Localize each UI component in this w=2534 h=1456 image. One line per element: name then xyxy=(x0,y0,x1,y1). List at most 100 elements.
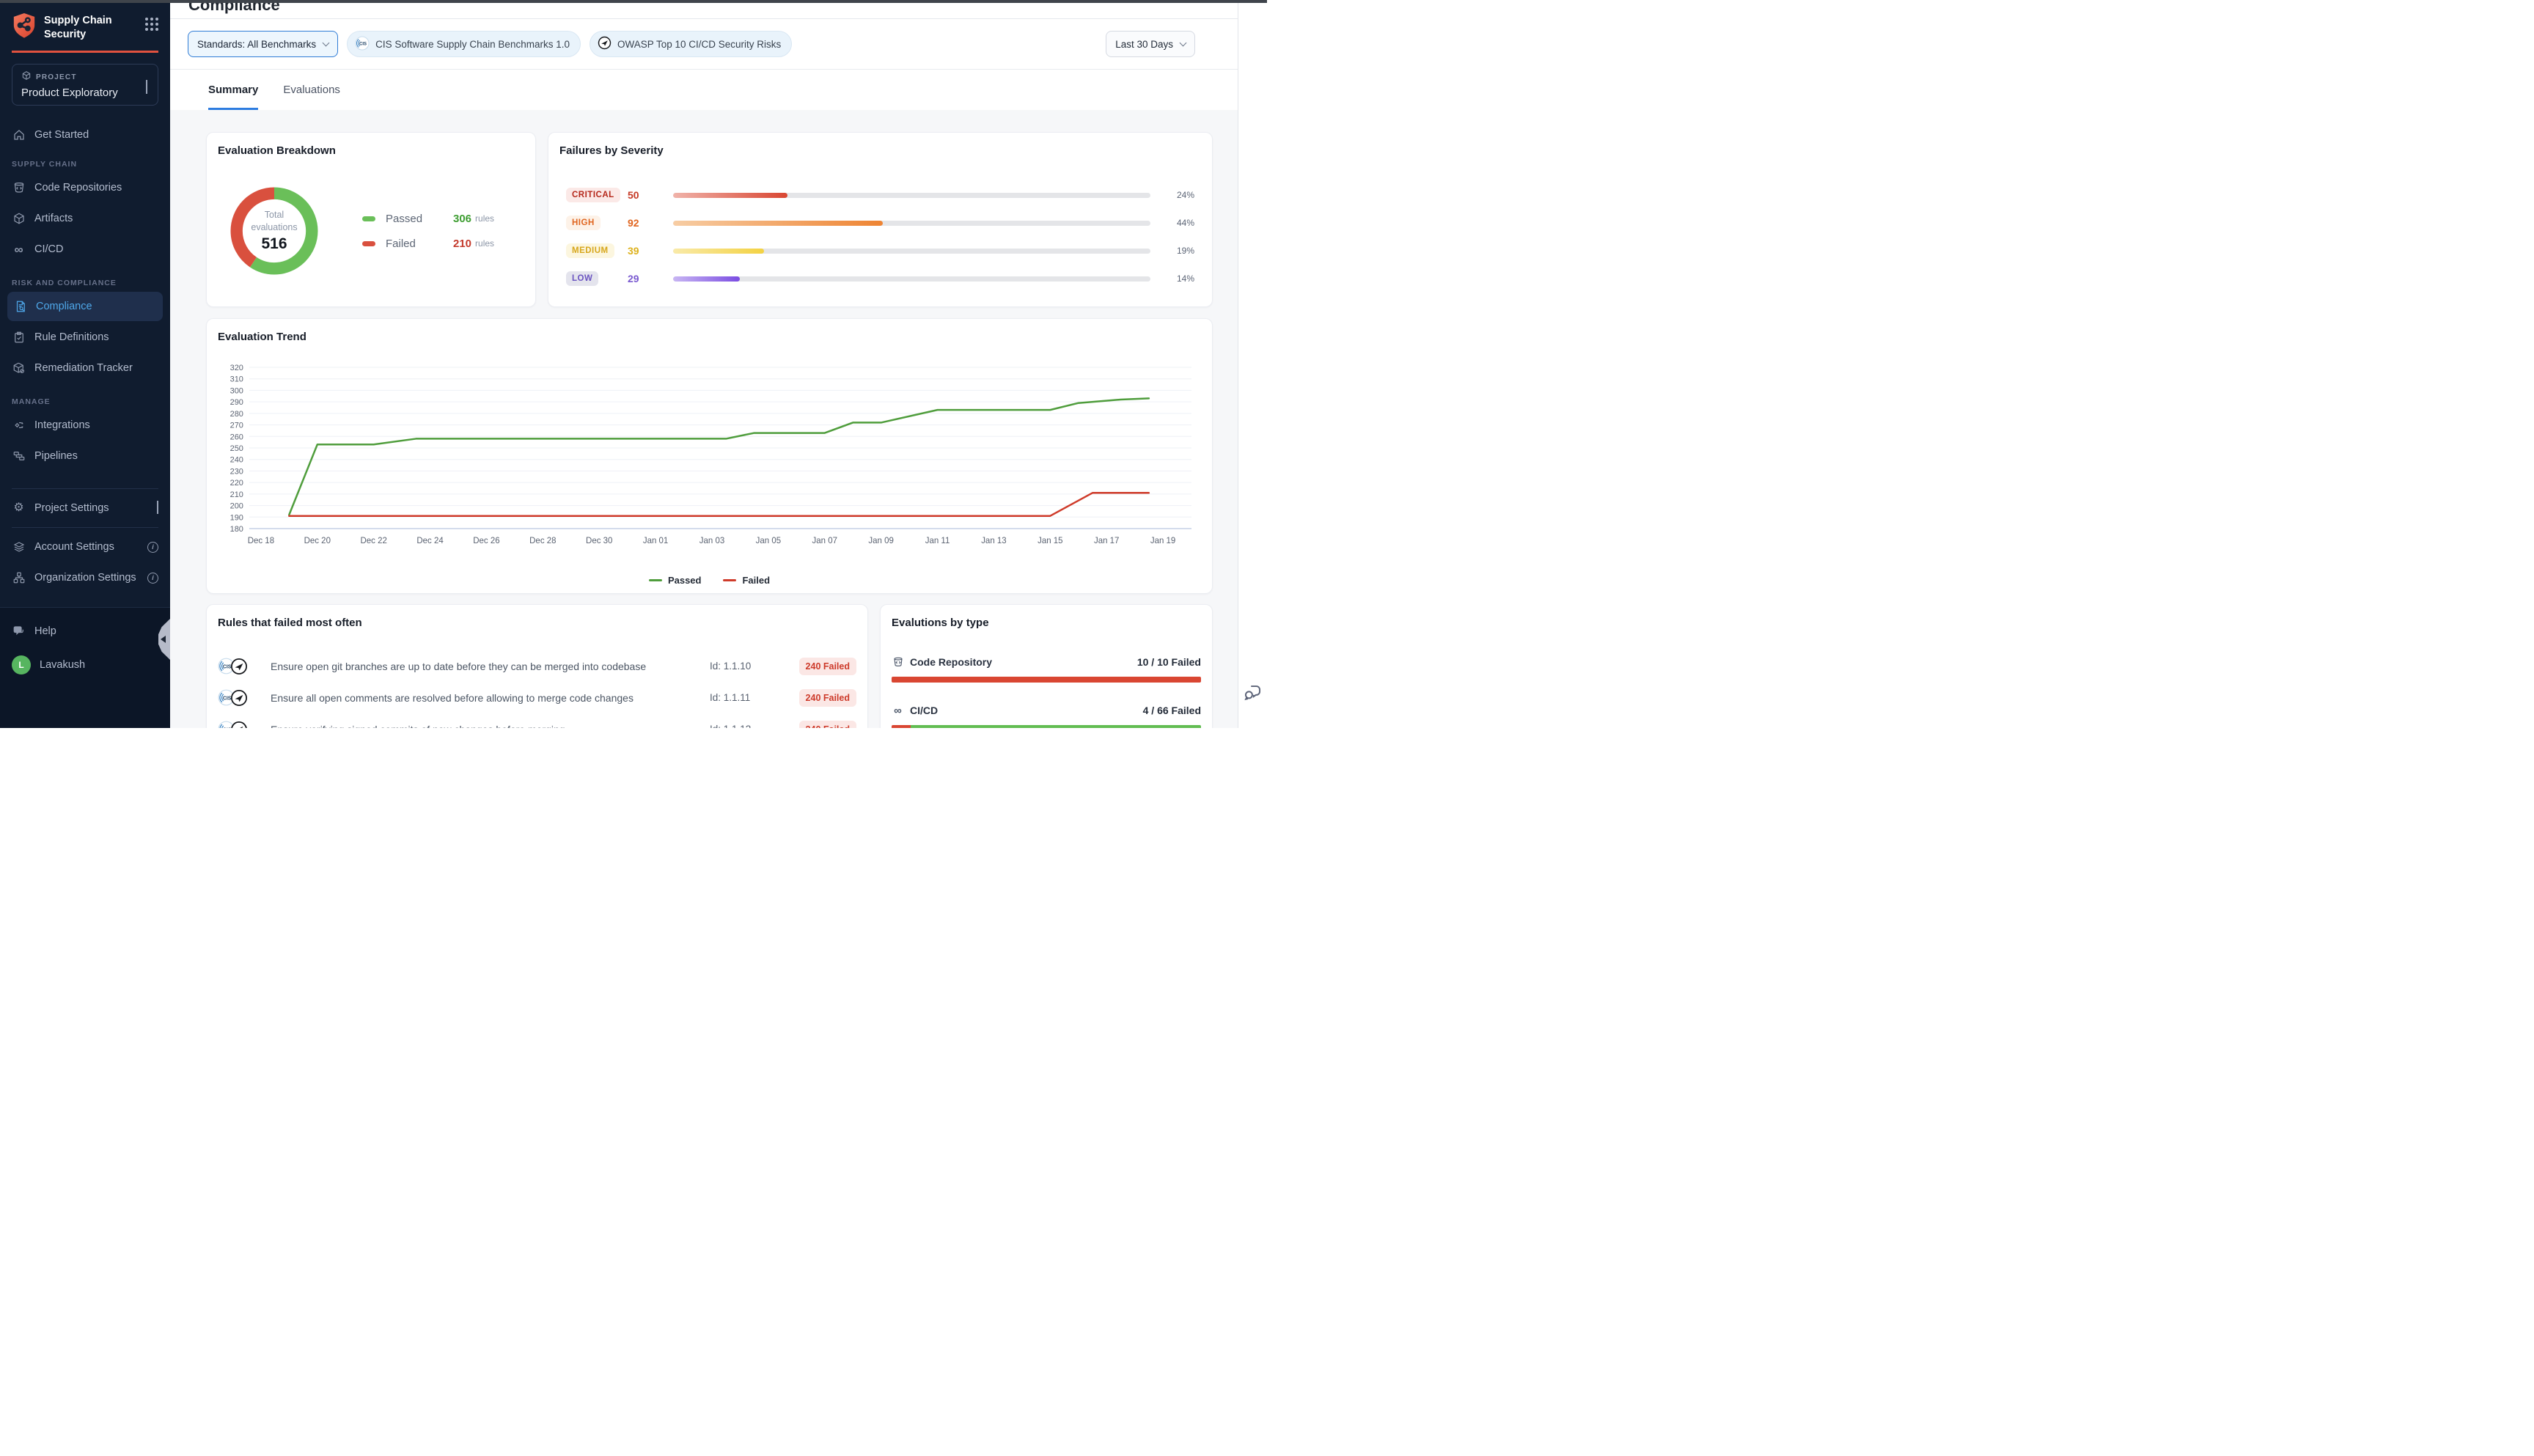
sidebar-item-remediation-tracker[interactable]: Remediation Tracker xyxy=(0,353,170,383)
chip-cis-benchmark[interactable]: CIS CIS Software Supply Chain Benchmarks… xyxy=(347,31,581,57)
severity-count: 92 xyxy=(628,217,664,229)
passed-dash-icon xyxy=(362,216,375,221)
svg-text:Dec 18: Dec 18 xyxy=(248,537,274,545)
clipboard-check-icon xyxy=(12,331,26,345)
date-range-dropdown[interactable]: Last 30 Days xyxy=(1106,31,1195,57)
rules-failed-card: Rules that failed most often CIS Ensure … xyxy=(206,604,868,728)
section-label-risk-compliance: RISK AND COMPLIANCE xyxy=(0,279,170,287)
donut-center-label: Total evaluations xyxy=(251,209,297,234)
severity-badge: MEDIUM xyxy=(566,243,614,258)
severity-bar xyxy=(673,276,1150,282)
card-title: Evaluation Breakdown xyxy=(218,144,336,157)
sidebar-item-get-started[interactable]: Get Started xyxy=(0,120,170,150)
sidebar-item-code-repositories[interactable]: Code Repositories xyxy=(0,173,170,202)
sidebar-item-cicd[interactable]: ∞ CI/CD xyxy=(0,235,170,264)
home-icon xyxy=(12,128,26,142)
severity-percent: 24% xyxy=(1159,190,1194,200)
sidebar-item-help[interactable]: ? Help xyxy=(0,617,170,646)
failed-count: 210 xyxy=(453,238,471,250)
svg-text:Jan 19: Jan 19 xyxy=(1150,537,1175,545)
svg-text:Jan 17: Jan 17 xyxy=(1094,537,1119,545)
chat-widget-icon[interactable] xyxy=(1243,683,1263,706)
svg-text:220: 220 xyxy=(230,479,243,488)
severity-row-low: LOW 29 14% xyxy=(566,265,1194,293)
chip-owasp-top10[interactable]: OWASP Top 10 CI/CD Security Risks xyxy=(590,31,792,57)
sidebar-item-project-settings[interactable]: ⚙ Project Settings xyxy=(0,493,170,523)
trend-line-chart: 1801902002102202302402502602702802903003… xyxy=(207,348,1212,554)
failed-count-badge: 240 Failed xyxy=(799,658,856,675)
sidebar-item-artifacts[interactable]: Artifacts xyxy=(0,204,170,233)
standards-filter-dropdown[interactable]: Standards: All Benchmarks xyxy=(188,31,338,57)
svg-text:Jan 15: Jan 15 xyxy=(1038,537,1062,545)
severity-row-critical: CRITICAL 50 24% xyxy=(566,181,1194,209)
sidebar-item-rule-definitions[interactable]: Rule Definitions xyxy=(0,323,170,352)
svg-text:Jan 01: Jan 01 xyxy=(643,537,668,545)
rule-id: Id: 1.1.11 xyxy=(710,692,780,703)
eval-type-bar xyxy=(892,725,1201,728)
tab-evaluations[interactable]: Evaluations xyxy=(283,70,340,110)
svg-text:320: 320 xyxy=(230,364,243,372)
svg-text:Jan 05: Jan 05 xyxy=(756,537,781,545)
user-name: Lavakush xyxy=(40,659,85,671)
filter-bar: Standards: All Benchmarks CIS CIS Softwa… xyxy=(170,19,1238,70)
chevron-right-icon xyxy=(157,501,158,514)
svg-text:240: 240 xyxy=(230,456,243,465)
info-icon[interactable]: i xyxy=(147,542,158,553)
info-icon[interactable]: i xyxy=(147,573,158,584)
failed-ratio: 4 / 66 Failed xyxy=(1143,705,1201,716)
svg-text:180: 180 xyxy=(230,525,243,534)
svg-text:Jan 09: Jan 09 xyxy=(868,537,893,545)
severity-badge: HIGH xyxy=(566,216,601,230)
integrations-icon xyxy=(12,419,26,433)
sidebar-bottom: ? Help L Lavakush xyxy=(0,607,170,728)
severity-bar xyxy=(673,193,1150,198)
legend-failed-row: Failed 210 rules xyxy=(362,231,494,256)
apps-grid-icon[interactable] xyxy=(145,18,158,31)
user-menu[interactable]: L Lavakush xyxy=(0,650,170,680)
rule-id: Id: 1.1.12 xyxy=(710,724,780,728)
failed-count-badge: 240 Failed xyxy=(799,689,856,707)
divider xyxy=(12,527,158,528)
sidebar-item-compliance[interactable]: Compliance xyxy=(7,292,163,321)
svg-text:290: 290 xyxy=(230,398,243,407)
evaluations-by-type-card: Evalutions by type Code Repository 10 / … xyxy=(880,604,1213,728)
severity-badge: CRITICAL xyxy=(566,188,620,202)
sidebar-item-account-settings[interactable]: Account Settings i xyxy=(0,532,170,562)
right-gutter xyxy=(1238,3,1267,728)
svg-text:300: 300 xyxy=(230,386,243,395)
owasp-logo-icon xyxy=(230,689,248,707)
card-title: Evalutions by type xyxy=(892,617,989,629)
project-selector[interactable]: PROJECT Product Exploratory xyxy=(12,64,158,106)
svg-text:Dec 26: Dec 26 xyxy=(473,537,499,545)
svg-text:Dec 30: Dec 30 xyxy=(586,537,612,545)
card-title: Evaluation Trend xyxy=(218,331,306,343)
owasp-logo-icon xyxy=(598,36,612,52)
project-name: Product Exploratory xyxy=(21,87,149,99)
gear-icon: ⚙ xyxy=(12,501,26,515)
sidebar-item-pipelines[interactable]: Pipelines xyxy=(0,441,170,471)
severity-count: 29 xyxy=(628,273,664,284)
owasp-logo-icon xyxy=(230,721,248,729)
rule-row[interactable]: CIS Ensure open git branches are up to d… xyxy=(218,650,856,682)
project-cube-icon xyxy=(21,70,32,84)
cis-logo-icon: CIS xyxy=(355,36,370,53)
sidebar-item-integrations[interactable]: Integrations xyxy=(0,411,170,440)
collapse-arrow-icon xyxy=(161,636,166,643)
severity-percent: 14% xyxy=(1159,273,1194,284)
sidebar-item-organization-settings[interactable]: Organization Settings i xyxy=(0,563,170,592)
failed-ratio: 10 / 10 Failed xyxy=(1137,656,1201,668)
chevron-down-icon xyxy=(323,40,330,47)
rule-text: Ensure verifying signed commits of new c… xyxy=(271,724,704,729)
app-title: Supply Chain Security xyxy=(44,12,112,42)
section-label-supply-chain: SUPPLY CHAIN xyxy=(0,160,170,169)
passed-count: 306 xyxy=(453,213,471,225)
evaluation-trend-card: Evaluation Trend 18019020021022023024025… xyxy=(206,318,1213,594)
failed-dash-icon xyxy=(362,241,375,246)
rule-row[interactable]: CIS Ensure verifying signed commits of n… xyxy=(218,713,856,728)
rule-row[interactable]: CIS Ensure all open comments are resolve… xyxy=(218,682,856,713)
eval-type-row-cicd: ∞ CI/CD 4 / 66 Failed xyxy=(892,703,1201,728)
rule-id: Id: 1.1.10 xyxy=(710,661,780,672)
sidebar: Supply Chain Security PROJECT Product Ex… xyxy=(0,3,170,728)
user-avatar: L xyxy=(12,655,31,674)
tab-summary[interactable]: Summary xyxy=(208,70,258,110)
